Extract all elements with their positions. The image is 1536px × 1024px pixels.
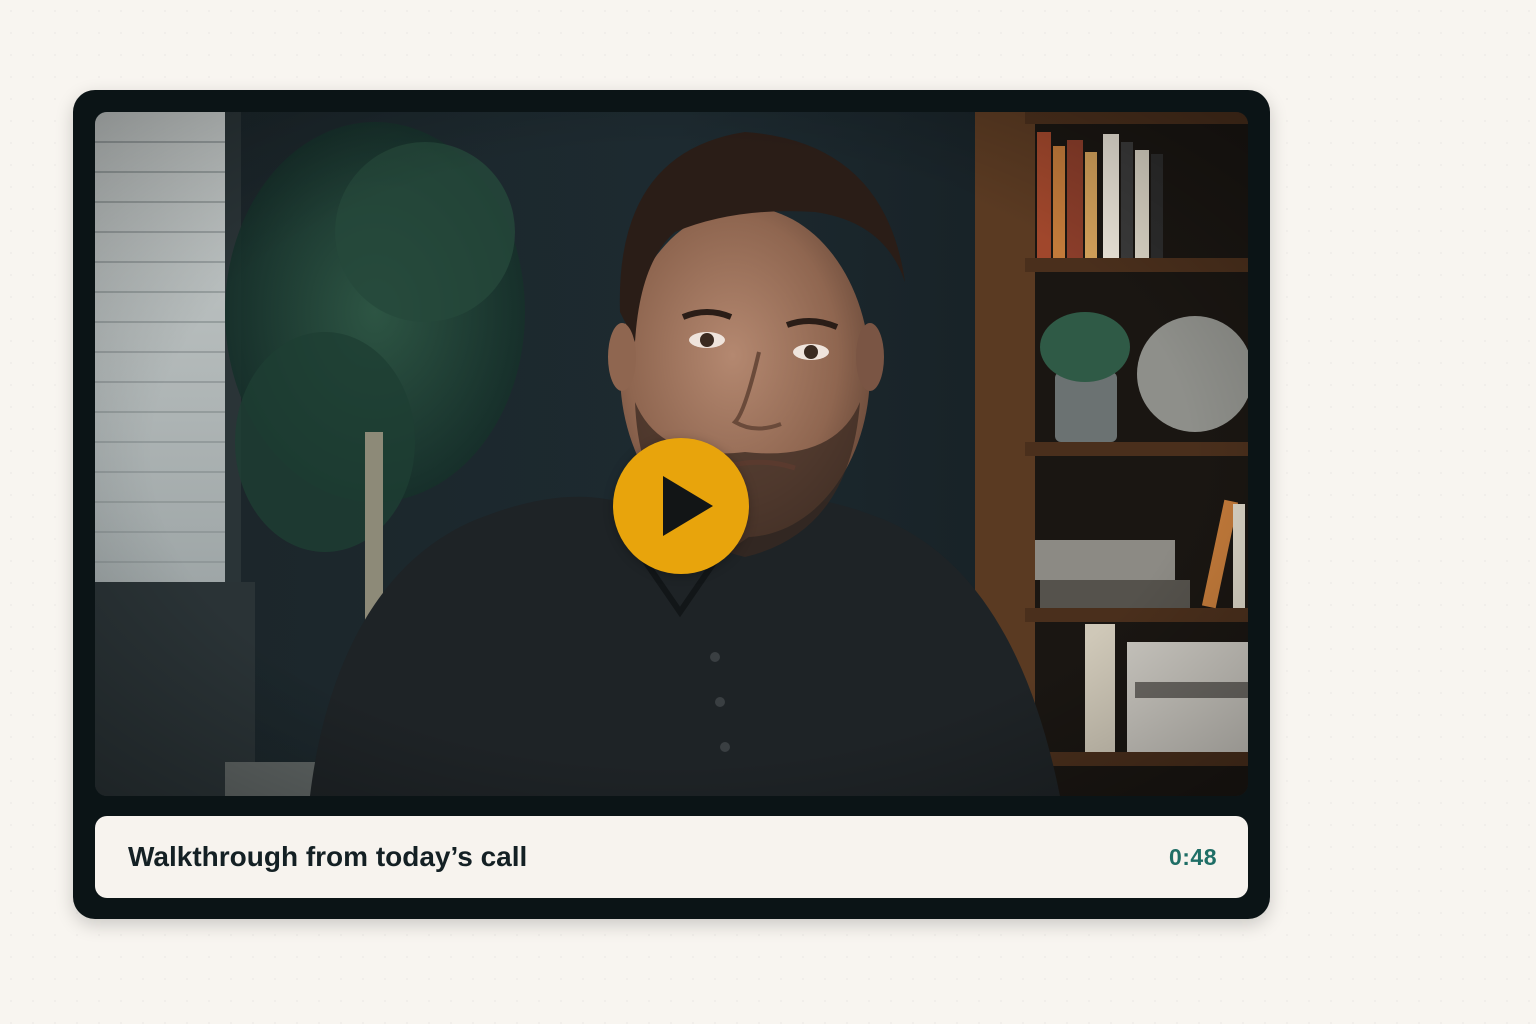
video-duration: 0:48 <box>1168 844 1217 870</box>
video-player[interactable] <box>95 112 1248 796</box>
play-button[interactable] <box>613 438 749 574</box>
play-icon <box>663 476 713 536</box>
video-message-card: Walkthrough from today’s call 0:48 <box>73 90 1270 919</box>
page-background: Walkthrough from today’s call 0:48 <box>0 0 1536 1024</box>
video-caption-bar: Walkthrough from today’s call 0:48 <box>95 816 1248 898</box>
video-title: Walkthrough from today’s call <box>128 841 528 872</box>
